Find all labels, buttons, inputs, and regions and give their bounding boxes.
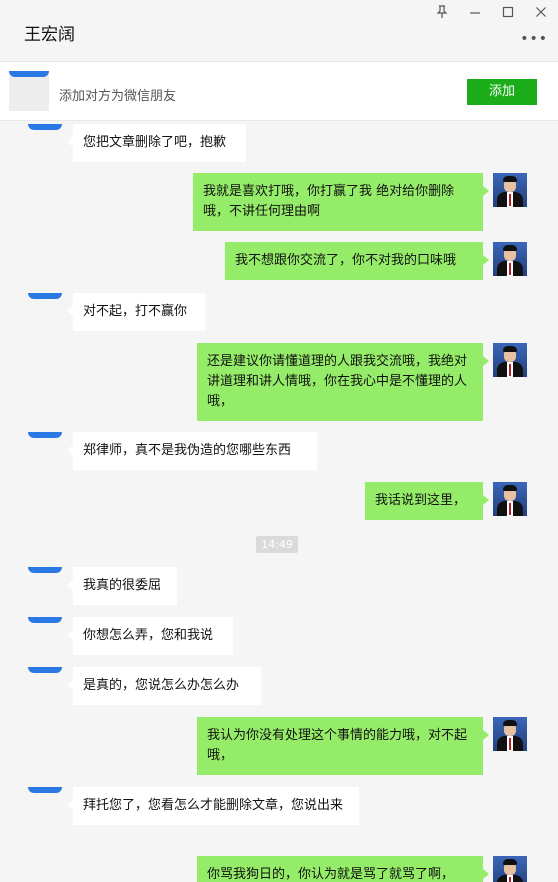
avatar[interactable] bbox=[28, 787, 62, 793]
message-bubble[interactable]: 我话说到这里， bbox=[365, 482, 489, 520]
message-bubble[interactable]: 我认为你没有处理这个事情的能力哦，对不起哦， bbox=[197, 717, 489, 775]
message-bubble[interactable]: 郑律师，真不是我伪造的您哪些东西 bbox=[67, 432, 317, 470]
message-bubble[interactable]: 我真的很委屈 bbox=[67, 567, 177, 605]
timestamp: 14:49 bbox=[256, 536, 298, 553]
avatar[interactable] bbox=[28, 124, 62, 130]
message-bubble[interactable]: 我就是喜欢打哦，你打赢了我 绝对给你删除哦，不讲任何理由啊 bbox=[193, 173, 489, 231]
message-bubble[interactable]: 我不想跟你交流了，你不对我的口味哦 bbox=[225, 242, 489, 280]
avatar[interactable] bbox=[493, 482, 527, 516]
maximize-icon[interactable] bbox=[502, 5, 514, 23]
chat-title: 王宏阔 bbox=[24, 25, 75, 45]
message-bubble[interactable]: 对不起，打不赢你 bbox=[67, 293, 205, 331]
avatar[interactable] bbox=[28, 617, 62, 623]
message-bubble[interactable]: 拜托您了，您看怎么才能删除文章，您说出来 bbox=[67, 787, 359, 825]
avatar[interactable] bbox=[28, 432, 62, 438]
add-friend-bar: 添加对方为微信朋友 添加 bbox=[0, 62, 558, 121]
message-bubble[interactable]: 你想怎么弄，您和我说 bbox=[67, 617, 233, 655]
avatar[interactable] bbox=[493, 242, 527, 276]
avatar[interactable] bbox=[493, 343, 527, 377]
avatar[interactable] bbox=[28, 667, 62, 673]
add-friend-text: 添加对方为微信朋友 bbox=[59, 89, 177, 104]
close-icon[interactable] bbox=[535, 5, 547, 23]
avatar[interactable] bbox=[493, 173, 527, 207]
pin-icon[interactable] bbox=[436, 5, 448, 23]
avatar[interactable] bbox=[493, 717, 527, 751]
message-list[interactable]: 您把文章删除了吧，抱歉 我就是喜欢打哦，你打赢了我 绝对给你删除哦，不讲任何理由… bbox=[0, 121, 558, 882]
message-bubble[interactable]: 你骂我狗日的，你认为就是骂了就骂了啊， bbox=[197, 856, 489, 882]
contact-avatar bbox=[9, 71, 49, 111]
more-dots-icon[interactable]: ••• bbox=[520, 31, 548, 47]
chat-header: 王宏阔 ••• bbox=[0, 0, 558, 62]
avatar[interactable] bbox=[28, 293, 62, 299]
avatar[interactable] bbox=[493, 856, 527, 882]
message-bubble[interactable]: 是真的，您说怎么办怎么办 bbox=[67, 667, 261, 705]
minimize-icon[interactable] bbox=[469, 5, 481, 23]
add-friend-button[interactable]: 添加 bbox=[467, 79, 537, 105]
message-bubble[interactable]: 您把文章删除了吧，抱歉 bbox=[67, 124, 246, 162]
message-bubble[interactable]: 还是建议你请懂道理的人跟我交流哦，我绝对讲道理和讲人情哦，你在我心中是不懂理的人… bbox=[197, 343, 489, 421]
avatar[interactable] bbox=[28, 567, 62, 573]
